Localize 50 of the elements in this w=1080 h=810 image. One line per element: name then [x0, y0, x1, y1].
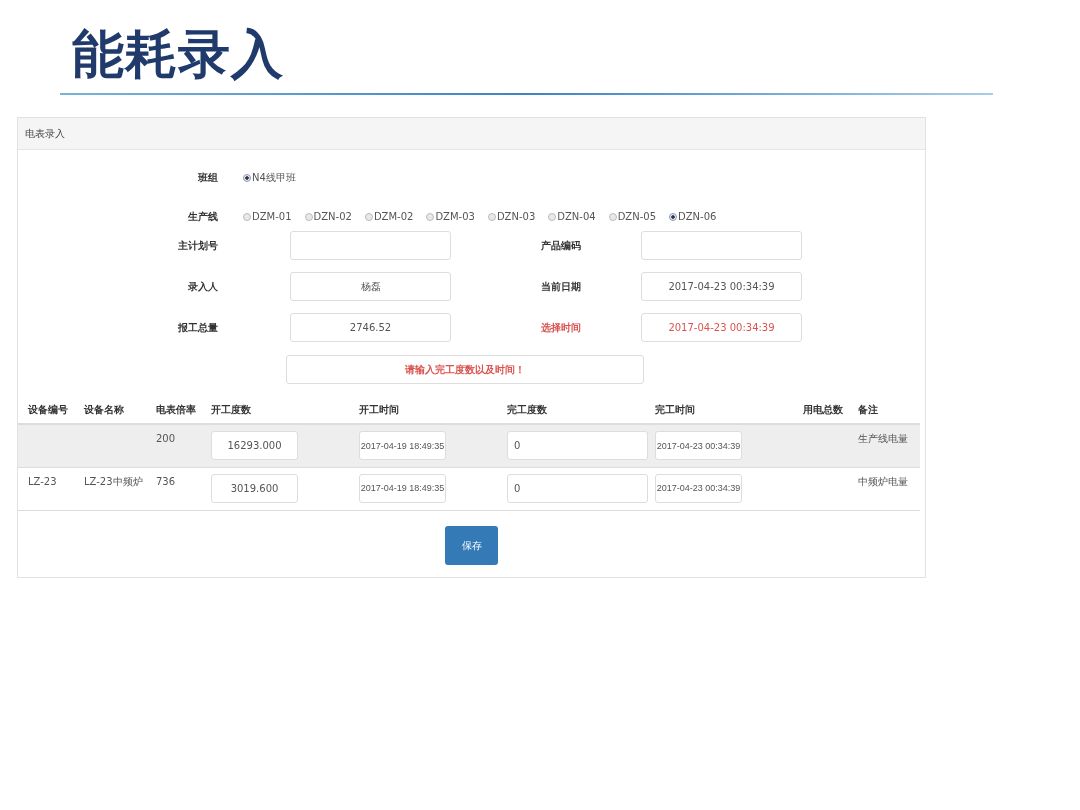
- radio-option[interactable]: DZN-04: [548, 209, 596, 225]
- field-label: 生产线: [187, 210, 218, 225]
- radio-option[interactable]: DZM-03: [426, 209, 475, 225]
- field-label: 报工总量: [177, 321, 218, 336]
- column-header: 电表倍率: [156, 404, 196, 416]
- field-label: 选择时间: [541, 321, 582, 336]
- column-header: 开工度数: [211, 404, 251, 416]
- input-field[interactable]: 杨磊: [290, 272, 451, 302]
- column-header: 完工度数: [507, 404, 547, 416]
- input-field[interactable]: [641, 231, 802, 261]
- warning-message: 请输入完工度数以及时间！: [286, 355, 644, 385]
- input-field[interactable]: 2017-04-23 00:34:39: [655, 473, 742, 503]
- field-label: 班组: [197, 171, 218, 186]
- input-field[interactable]: [290, 231, 451, 261]
- table-cell: LZ-23中频炉: [84, 475, 143, 487]
- radio-option[interactable]: DZM-01: [243, 209, 292, 225]
- slide-title: 能耗录入: [72, 26, 285, 84]
- radio-option[interactable]: DZM-02: [364, 209, 414, 225]
- input-field[interactable]: 2017-04-23 00:34:39: [655, 431, 742, 461]
- input-field[interactable]: 2017-04-23 00:34:39: [641, 272, 802, 302]
- column-header: 设备编号: [28, 404, 68, 416]
- column-header: 用电总数: [803, 404, 843, 416]
- input-field[interactable]: 2017-04-19 18:49:35: [359, 431, 446, 461]
- save-button[interactable]: 保存: [445, 525, 498, 565]
- field-label: 产品编码: [541, 239, 582, 254]
- column-header: 备注: [858, 404, 878, 416]
- input-field[interactable]: 2017-04-23 00:34:39: [641, 313, 802, 343]
- input-field[interactable]: 0: [507, 431, 648, 461]
- field-label: 录入人: [187, 280, 218, 295]
- column-header: 完工时间: [655, 404, 695, 416]
- table-cell: 736: [156, 475, 176, 487]
- radio-option[interactable]: DZN-02: [304, 209, 352, 225]
- table-cell: LZ-23: [28, 475, 57, 487]
- input-field[interactable]: 2017-04-19 18:49:35: [359, 473, 446, 503]
- table-cell: 中频炉电量: [858, 475, 908, 487]
- input-field[interactable]: 3019.600: [211, 473, 298, 503]
- radio-option[interactable]: DZN-06: [669, 209, 717, 225]
- input-field[interactable]: 16293.000: [211, 431, 298, 461]
- column-header: 设备名称: [84, 404, 124, 416]
- table-cell: 生产线电量: [858, 433, 908, 445]
- radio-option[interactable]: DZN-05: [608, 209, 657, 225]
- input-field[interactable]: 0: [507, 473, 648, 503]
- table-cell: 200: [156, 433, 176, 445]
- panel-title: 电表录入: [25, 127, 65, 142]
- radio-option[interactable]: DZN-03: [487, 209, 536, 225]
- column-header: 开工时间: [359, 404, 399, 416]
- field-label: 主计划号: [177, 239, 218, 254]
- input-field[interactable]: 2746.52: [290, 313, 451, 343]
- radio-option[interactable]: N4线甲班: [243, 170, 296, 186]
- field-label: 当前日期: [541, 280, 582, 295]
